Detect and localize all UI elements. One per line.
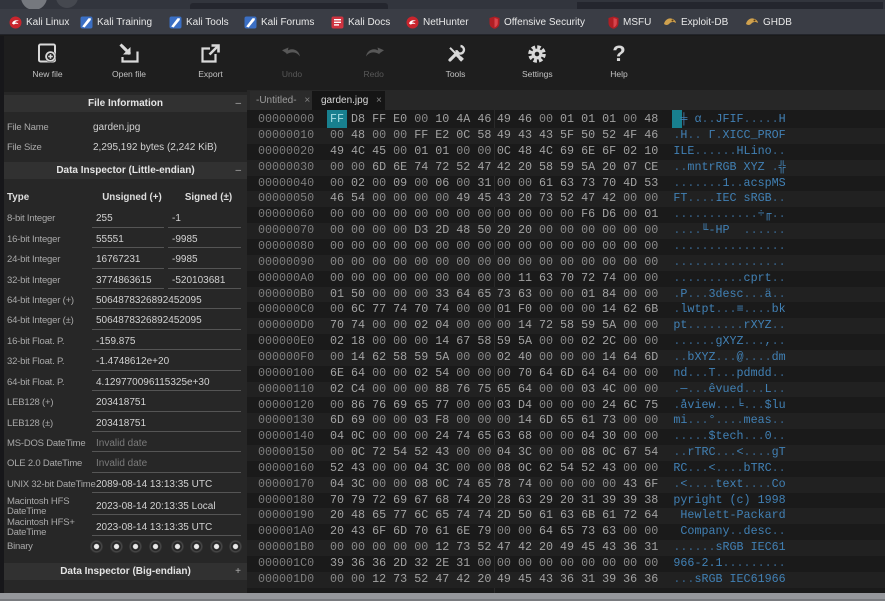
svg-text:?: ? [612,42,625,66]
